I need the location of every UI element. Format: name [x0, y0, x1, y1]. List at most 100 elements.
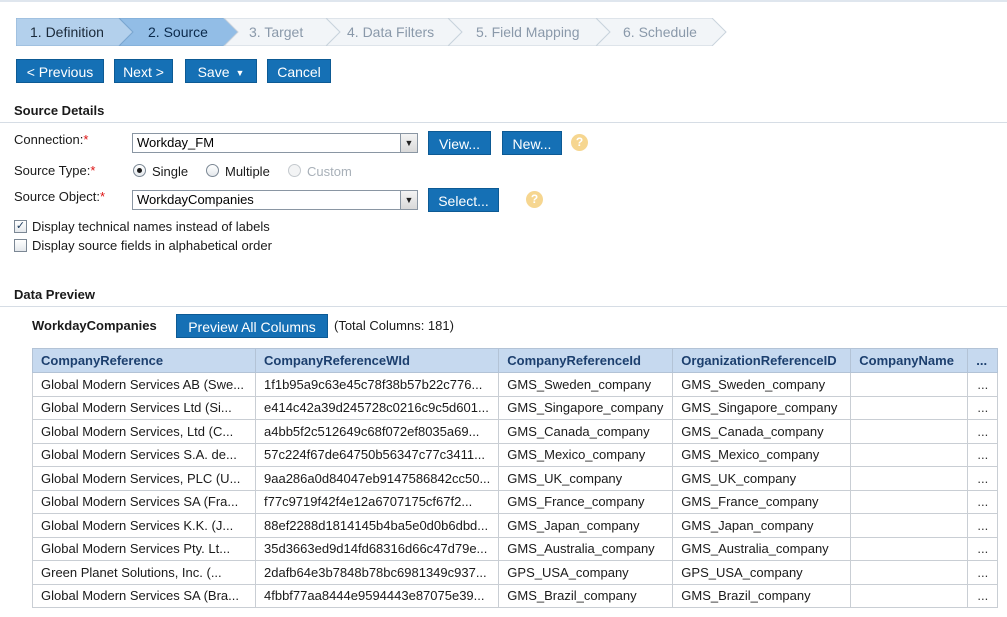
table-cell: GMS_Brazil_company	[672, 583, 852, 608]
column-header-more[interactable]: ...	[967, 348, 999, 373]
wizard-step-definition[interactable]: 1. Definition	[30, 18, 104, 46]
technical-names-checkbox[interactable]: ✓	[14, 220, 27, 233]
table-cell: Global Modern Services S.A. de...	[32, 442, 256, 467]
technical-names-label: Display technical names instead of label…	[32, 219, 270, 234]
table-cell: GMS_France_company	[672, 489, 852, 514]
help-icon[interactable]: ?	[571, 134, 588, 151]
table-cell: GMS_Sweden_company	[498, 372, 674, 397]
table-cell	[850, 583, 969, 608]
table-cell: f77c9719f42f4e12a6707175cf67f2...	[254, 489, 500, 514]
table-cell: GMS_UK_company	[498, 466, 674, 491]
column-header[interactable]: CompanyName	[850, 348, 969, 373]
table-cell-more[interactable]: ...	[967, 489, 999, 514]
wizard-step-data-filters[interactable]: 4. Data Filters	[347, 18, 434, 46]
wizard-step-schedule[interactable]: 6. Schedule	[623, 18, 697, 46]
table-row[interactable]: Global Modern Services S.A. de... 57c224f…	[32, 442, 999, 467]
source-details-title: Source Details	[14, 103, 105, 118]
source-type-custom-label: Custom	[307, 164, 352, 179]
chevron-down-icon: ▼	[235, 68, 245, 79]
table-row[interactable]: Global Modern Services K.K. (J... 88ef228…	[32, 513, 999, 538]
required-marker: *	[83, 132, 89, 147]
data-preview-title: Data Preview	[14, 287, 95, 302]
connection-value: Workday_FM	[137, 135, 215, 150]
connection-select[interactable]: Workday_FM ▼	[132, 133, 418, 153]
table-cell-more[interactable]: ...	[967, 372, 999, 397]
table-cell-more[interactable]: ...	[967, 395, 999, 420]
table-row[interactable]: Global Modern Services, Ltd (C... a4bb5f2…	[32, 419, 999, 444]
table-row[interactable]: Global Modern Services Ltd (Si... e414c42…	[32, 395, 999, 420]
table-cell: Global Modern Services SA (Fra...	[32, 489, 256, 514]
chevron-down-icon: ▼	[400, 134, 417, 152]
view-connection-button[interactable]: View...	[428, 131, 491, 155]
wizard-step-source[interactable]: 2. Source	[148, 18, 208, 46]
table-cell: Global Modern Services, PLC (U...	[32, 466, 256, 491]
source-type-single-radio[interactable]	[133, 164, 146, 177]
table-cell: GMS_Mexico_company	[672, 442, 852, 467]
top-border	[0, 0, 1007, 2]
column-header[interactable]: CompanyReferenceWId	[254, 348, 500, 373]
alphabetical-order-checkbox[interactable]	[14, 239, 27, 252]
source-object-label-text: Source Object:	[14, 189, 100, 204]
table-cell: 1f1b95a9c63e45c78f38b57b22c776...	[254, 372, 500, 397]
select-object-button[interactable]: Select...	[428, 188, 499, 212]
table-row[interactable]: Global Modern Services, PLC (U... 9aa286a…	[32, 466, 999, 491]
table-cell	[850, 442, 969, 467]
table-cell-more[interactable]: ...	[967, 583, 999, 608]
source-type-label-text: Source Type:	[14, 163, 91, 178]
table-cell: Global Modern Services Pty. Lt...	[32, 536, 256, 561]
column-header[interactable]: CompanyReference	[32, 348, 256, 373]
table-cell-more[interactable]: ...	[967, 560, 999, 585]
next-button[interactable]: Next >	[114, 59, 173, 83]
table-cell: Global Modern Services K.K. (J...	[32, 513, 256, 538]
table-cell: GMS_Sweden_company	[672, 372, 852, 397]
table-row[interactable]: Global Modern Services SA (Bra... 4fbbf77…	[32, 583, 999, 608]
table-cell: GMS_Australia_company	[672, 536, 852, 561]
source-object-select[interactable]: WorkdayCompanies ▼	[132, 190, 418, 210]
new-connection-button[interactable]: New...	[502, 131, 562, 155]
table-cell: GMS_Canada_company	[672, 419, 852, 444]
table-cell: Global Modern Services SA (Bra...	[32, 583, 256, 608]
table-row[interactable]: Global Modern Services AB (Swe... 1f1b95a…	[32, 372, 999, 397]
wizard-step-field-mapping[interactable]: 5. Field Mapping	[476, 18, 580, 46]
table-cell: 35d3663ed9d14fd68316d66c47d79e...	[254, 536, 500, 561]
source-type-custom-radio	[288, 164, 301, 177]
table-cell	[850, 513, 969, 538]
table-cell: GMS_Singapore_company	[672, 395, 852, 420]
table-row[interactable]: Global Modern Services SA (Fra... f77c971…	[32, 489, 999, 514]
table-cell	[850, 489, 969, 514]
previous-button[interactable]: < Previous	[16, 59, 104, 83]
help-icon[interactable]: ?	[526, 191, 543, 208]
table-cell: GMS_Brazil_company	[498, 583, 674, 608]
preview-all-columns-button[interactable]: Preview All Columns	[176, 314, 328, 338]
table-cell	[850, 395, 969, 420]
table-cell-more[interactable]: ...	[967, 536, 999, 561]
column-header[interactable]: CompanyReferenceId	[498, 348, 674, 373]
cancel-button[interactable]: Cancel	[267, 59, 331, 83]
table-cell	[850, 466, 969, 491]
table-cell-more[interactable]: ...	[967, 466, 999, 491]
table-header-row: CompanyReference CompanyReferenceWId Com…	[32, 348, 999, 373]
table-cell-more[interactable]: ...	[967, 513, 999, 538]
column-header[interactable]: OrganizationReferenceID	[672, 348, 852, 373]
source-type-multiple-label: Multiple	[225, 164, 270, 179]
table-cell: GMS_Australia_company	[498, 536, 674, 561]
table-cell-more[interactable]: ...	[967, 442, 999, 467]
source-object-value: WorkdayCompanies	[137, 192, 254, 207]
connection-label-text: Connection:	[14, 132, 84, 147]
table-cell: 57c224f67de64750b56347c77c3411...	[254, 442, 500, 467]
table-cell	[850, 536, 969, 561]
preview-object-name: WorkdayCompanies	[32, 318, 157, 333]
table-cell-more[interactable]: ...	[967, 419, 999, 444]
table-row[interactable]: Global Modern Services Pty. Lt... 35d3663…	[32, 536, 999, 561]
table-cell	[850, 372, 969, 397]
chevron-down-icon: ▼	[400, 191, 417, 209]
table-row[interactable]: Green Planet Solutions, Inc. (... 2dafb64…	[32, 560, 999, 585]
connection-label: Connection:*	[14, 132, 88, 147]
save-button[interactable]: Save ▼	[185, 59, 257, 83]
source-type-multiple-radio[interactable]	[206, 164, 219, 177]
required-marker: *	[90, 163, 96, 178]
table-cell: GPS_USA_company	[672, 560, 852, 585]
table-cell	[850, 560, 969, 585]
wizard-step-target[interactable]: 3. Target	[249, 18, 303, 46]
table-cell: 4fbbf77aa8444e9594443e87075e39...	[254, 583, 500, 608]
